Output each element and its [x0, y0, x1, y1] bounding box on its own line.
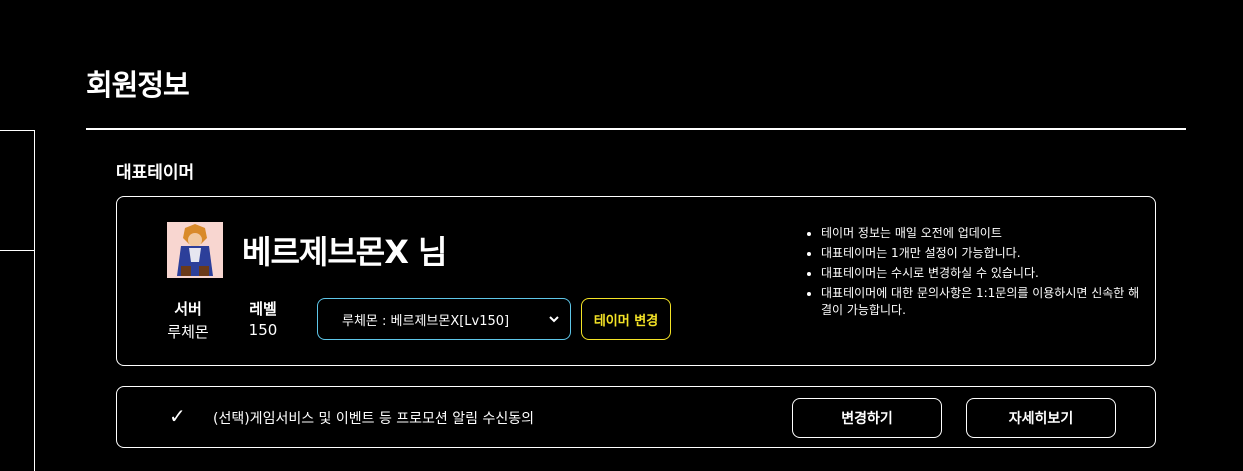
- consent-text: (선택)게임서비스 및 이벤트 등 프로모션 알림 수신동의: [213, 411, 534, 427]
- chevron-down-icon: [549, 316, 559, 323]
- change-tamer-button[interactable]: 테이머 변경: [581, 298, 671, 340]
- representative-tamer-card: 베르제브몬X 님 서버 루체몬 레벨 150 루체몬 : 베르제브몬X[Lv15…: [116, 196, 1156, 366]
- sidebar-divider: [0, 250, 35, 251]
- tamer-name: 베르제브몬X 님: [242, 233, 447, 271]
- member-info-page: 회원정보 대표테이머 베르제브몬X 님 서버 루체몬 레벨 150 루체몬 : …: [0, 0, 1243, 471]
- tamer-select-value: 루체몬 : 베르제브몬X[Lv150]: [342, 313, 510, 329]
- note-item: 대표테이머에 대한 문의사항은 1:1문의를 이용하시면 신속한 해결이 가능합…: [821, 285, 1141, 319]
- notes-list: 테이머 정보는 매일 오전에 업데이트 대표테이머는 1개만 설정이 가능합니다…: [805, 225, 1141, 322]
- section-title: 대표테이머: [116, 163, 195, 183]
- page-title: 회원정보: [86, 68, 190, 102]
- note-item: 대표테이머는 1개만 설정이 가능합니다.: [821, 245, 1141, 262]
- promotion-consent-bar: ✓ (선택)게임서비스 및 이벤트 등 프로모션 알림 수신동의 변경하기 자세…: [116, 386, 1156, 448]
- level-label: 레벨: [249, 300, 277, 318]
- sidebar-fragment: [0, 130, 35, 471]
- character-avatar-icon: [167, 222, 223, 278]
- server-value: 루체몬: [167, 323, 209, 341]
- view-details-button[interactable]: 자세히보기: [966, 398, 1116, 438]
- title-divider: [86, 128, 1186, 130]
- check-icon[interactable]: ✓: [169, 404, 186, 428]
- server-stat: 서버 루체몬: [165, 298, 211, 342]
- note-item: 테이머 정보는 매일 오전에 업데이트: [821, 225, 1141, 242]
- note-item: 대표테이머는 수시로 변경하실 수 있습니다.: [821, 265, 1141, 282]
- server-label: 서버: [174, 300, 202, 318]
- tamer-select[interactable]: 루체몬 : 베르제브몬X[Lv150]: [317, 298, 571, 340]
- level-stat: 레벨 150: [243, 298, 283, 339]
- level-value: 150: [248, 321, 278, 339]
- modify-button[interactable]: 변경하기: [792, 398, 942, 438]
